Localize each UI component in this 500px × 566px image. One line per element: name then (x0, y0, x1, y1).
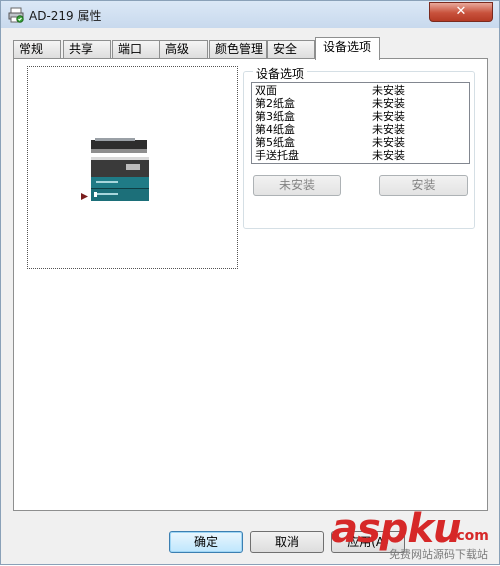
device-preview (27, 66, 238, 269)
not-installed-button[interactable]: 未安装 (253, 175, 341, 196)
device-options-panel: 设备选项 双面 未安装 第2纸盒 未安装 第3纸盒 未安装 第4纸盒 未安装 第… (13, 58, 488, 511)
printer-illustration (81, 138, 149, 201)
install-button[interactable]: 安装 (379, 175, 468, 196)
option-name: 手送托盘 (255, 149, 299, 162)
option-status: 未安装 (372, 149, 405, 162)
cancel-button[interactable]: 取消 (250, 531, 324, 553)
watermark-tld: .com (451, 528, 489, 544)
option-name: 第5纸盒 (255, 136, 295, 149)
tab-device-options[interactable]: 设备选项 (315, 37, 380, 60)
tray-pointer-icon (81, 193, 88, 200)
window-title: AD-219 属性 (29, 9, 102, 23)
device-options-list[interactable]: 双面 未安装 第2纸盒 未安装 第3纸盒 未安装 第4纸盒 未安装 第5纸盒 未… (251, 82, 470, 164)
option-status: 未安装 (372, 97, 405, 110)
watermark: aspku .com 免费网站源码下载站 (331, 506, 500, 566)
tab-general[interactable]: 常规 (13, 40, 61, 59)
list-item[interactable]: 双面 未安装 (255, 84, 469, 97)
list-item[interactable]: 第2纸盒 未安装 (255, 97, 469, 110)
tab-advanced[interactable]: 高级 (159, 40, 208, 59)
close-button[interactable]: ✕ (429, 2, 493, 22)
tab-sharing[interactable]: 共享 (63, 40, 111, 59)
option-status: 未安装 (372, 123, 405, 136)
option-name: 双面 (255, 84, 277, 97)
list-item[interactable]: 第5纸盒 未安装 (255, 136, 469, 149)
close-icon: ✕ (455, 4, 467, 19)
list-item[interactable]: 第4纸盒 未安装 (255, 123, 469, 136)
list-item[interactable]: 手送托盘 未安装 (255, 149, 469, 162)
option-name: 第4纸盒 (255, 123, 295, 136)
watermark-subtitle: 免费网站源码下载站 (389, 548, 488, 561)
option-name: 第2纸盒 (255, 97, 295, 110)
properties-window: AD-219 属性 ✕ 常规 共享 端口 高级 颜色管理 安全 设备选项 设备选… (0, 0, 500, 565)
option-status: 未安装 (372, 84, 405, 97)
device-options-group-title: 设备选项 (253, 65, 308, 82)
printer-icon (8, 7, 24, 23)
tab-color-management[interactable]: 颜色管理 (209, 40, 267, 59)
tab-ports[interactable]: 端口 (112, 40, 160, 59)
title-bar[interactable]: AD-219 属性 ✕ (1, 1, 499, 28)
option-status: 未安装 (372, 110, 405, 123)
list-item[interactable]: 第3纸盒 未安装 (255, 110, 469, 123)
option-status: 未安装 (372, 136, 405, 149)
option-name: 第3纸盒 (255, 110, 295, 123)
tab-security[interactable]: 安全 (267, 40, 315, 59)
ok-button[interactable]: 确定 (169, 531, 243, 553)
